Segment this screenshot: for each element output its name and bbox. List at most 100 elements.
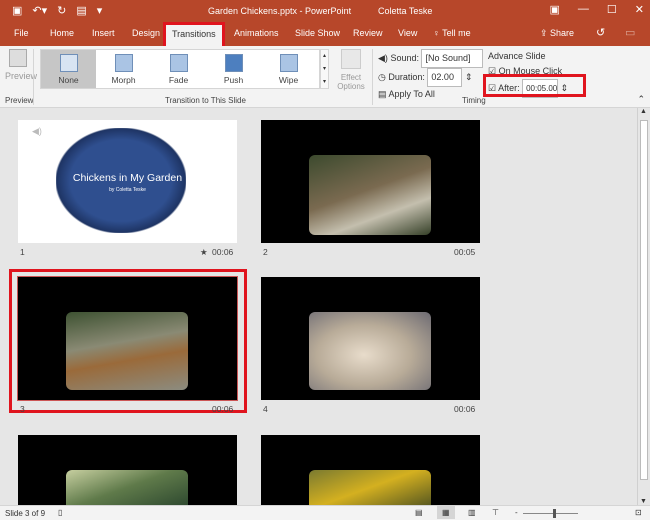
- slide-thumbnail-1[interactable]: ◀) Chickens in My Garden by Coletta Tesk…: [18, 120, 237, 243]
- transition-group-label: Transition to This Slide: [165, 96, 246, 105]
- apply-all-label: Apply To All: [388, 89, 435, 99]
- collapse-ribbon-icon[interactable]: ⌃: [637, 94, 645, 105]
- vertical-scrollbar[interactable]: ▲ ▼: [637, 108, 650, 505]
- slide-thumbnail-4[interactable]: [261, 277, 480, 400]
- clock-icon: ◷: [378, 72, 386, 82]
- effect-options-button[interactable]: Effect Options: [334, 49, 368, 91]
- scroll-down-icon[interactable]: ▼: [640, 498, 647, 505]
- label: None: [58, 75, 79, 85]
- effect-options-icon: [341, 49, 361, 69]
- transition-push[interactable]: Push: [206, 50, 261, 88]
- tab-insert[interactable]: Insert: [92, 28, 115, 38]
- lightbulb-icon: ♀: [433, 28, 443, 38]
- redo-icon[interactable]: ↻: [57, 4, 66, 17]
- slide-sorter-view-icon[interactable]: ▦: [437, 506, 455, 519]
- none-icon: [59, 54, 78, 72]
- transition-fade[interactable]: Fade: [151, 50, 206, 88]
- duration-label: Duration:: [388, 72, 425, 82]
- slide-number: 3: [20, 404, 25, 414]
- title-bar: ▣ ↶▾ ↻ ▤ ▾ Garden Chickens.pptx - PowerPoint…: [0, 0, 650, 22]
- slide-sorter: ◀) Chickens in My Garden by Coletta Tesk…: [0, 108, 637, 505]
- wipe-icon: [279, 54, 298, 72]
- selected-slide-highlight: [9, 269, 247, 413]
- close-icon[interactable]: ✕: [635, 3, 644, 16]
- label: Fade: [168, 75, 189, 85]
- flower-photo: [66, 470, 188, 505]
- undo-icon[interactable]: ↶▾: [32, 4, 47, 17]
- slide-thumbnail-5[interactable]: [18, 435, 237, 505]
- ribbon-tabs: File Home Insert Design Transitions Anim…: [0, 22, 650, 49]
- share-button[interactable]: ⇪ Share: [540, 28, 574, 39]
- preview-button[interactable]: Preview: [5, 49, 37, 81]
- sound-icon: ◀): [378, 53, 388, 63]
- window-title: Garden Chickens.pptx - PowerPoint: [208, 6, 352, 16]
- tab-animations[interactable]: Animations: [234, 28, 279, 38]
- normal-view-icon[interactable]: ▤: [415, 508, 423, 517]
- label: Wipe: [278, 75, 299, 85]
- slide-timing: 00:06: [212, 404, 234, 414]
- transition-none[interactable]: None: [41, 50, 96, 88]
- advance-slide-label: Advance Slide: [488, 51, 546, 61]
- scroll-up-icon[interactable]: ▲: [640, 108, 647, 115]
- zoom-slider[interactable]: [523, 513, 578, 514]
- slide-thumbnail-6[interactable]: [261, 435, 480, 505]
- push-icon: [224, 54, 243, 72]
- apply-all-icon: ▤: [378, 89, 387, 99]
- tab-file[interactable]: File: [14, 28, 29, 38]
- tell-me-label: Tell me: [442, 28, 471, 38]
- ribbon-display-icon[interactable]: ▣: [550, 3, 560, 16]
- zoom-out-icon[interactable]: -: [515, 508, 518, 517]
- status-bar: Slide 3 of 9 ▯ ▤ ▦ ▥ ⊤ - ⊡: [0, 505, 650, 520]
- effect-options-label: Effect Options: [337, 73, 365, 91]
- tab-view[interactable]: View: [398, 28, 417, 38]
- label: Morph: [111, 75, 136, 85]
- tab-slide-show[interactable]: Slide Show: [295, 28, 340, 38]
- transition-wipe[interactable]: Wipe: [261, 50, 316, 88]
- share-label: Share: [550, 28, 575, 38]
- tab-transitions[interactable]: Transitions: [163, 22, 225, 49]
- slide-number: 4: [263, 404, 268, 414]
- highlight-after: [483, 74, 586, 97]
- preview-group-label: Preview: [5, 96, 34, 105]
- slideshow-view-icon[interactable]: ⊤: [492, 508, 499, 517]
- minimize-icon[interactable]: —: [578, 3, 589, 16]
- comments-icon[interactable]: ▭: [625, 26, 635, 39]
- customize-qat-icon[interactable]: ▾: [97, 4, 103, 17]
- history-icon[interactable]: ↺: [596, 26, 605, 39]
- rooster-photo: [309, 155, 431, 235]
- tab-design[interactable]: Design: [132, 28, 160, 38]
- preview-icon: [8, 49, 27, 67]
- maximize-icon[interactable]: ☐: [607, 3, 617, 16]
- slide-timing: 00:05: [454, 247, 476, 257]
- spell-check-icon[interactable]: ▯: [58, 508, 62, 517]
- fit-to-window-icon[interactable]: ⊡: [635, 508, 642, 517]
- start-from-beginning-icon[interactable]: ▤: [76, 4, 86, 17]
- slide-number: 2: [263, 247, 268, 257]
- quick-access-toolbar: ▣ ↶▾ ↻ ▤ ▾: [12, 4, 102, 17]
- chicks-photo: [309, 312, 431, 390]
- save-icon[interactable]: ▣: [12, 4, 22, 17]
- morph-icon: [114, 54, 133, 72]
- slide-number: 1: [20, 247, 25, 257]
- duration-field[interactable]: 02.00: [427, 68, 463, 87]
- slide-count: Slide 3 of 9: [5, 509, 46, 518]
- label: Push: [223, 75, 244, 85]
- user-name[interactable]: Coletta Teske: [378, 6, 432, 16]
- slide-subtitle: by Coletta Teske: [109, 187, 146, 193]
- slide-thumbnail-2[interactable]: [261, 120, 480, 243]
- slide-title: Chickens in My Garden: [72, 172, 183, 184]
- transition-morph[interactable]: Morph: [96, 50, 151, 88]
- reading-view-icon[interactable]: ▥: [468, 508, 476, 517]
- scroll-thumb[interactable]: [640, 120, 648, 480]
- sound-dropdown[interactable]: [No Sound]: [421, 49, 484, 68]
- tab-review[interactable]: Review: [353, 28, 383, 38]
- sound-label: Sound:: [390, 53, 419, 63]
- transition-star-icon[interactable]: ★: [200, 247, 208, 258]
- tab-home[interactable]: Home: [50, 28, 74, 38]
- gallery-scroll[interactable]: ▴ ▾ ▾: [320, 49, 329, 89]
- duration-spinner[interactable]: ⇕: [465, 72, 473, 82]
- tell-me[interactable]: ♀ Tell me: [433, 28, 471, 38]
- transition-gallery: None Morph Fade Push Wipe: [40, 49, 320, 89]
- zoom-slider-thumb[interactable]: [553, 509, 556, 518]
- chick-photo: [309, 470, 431, 505]
